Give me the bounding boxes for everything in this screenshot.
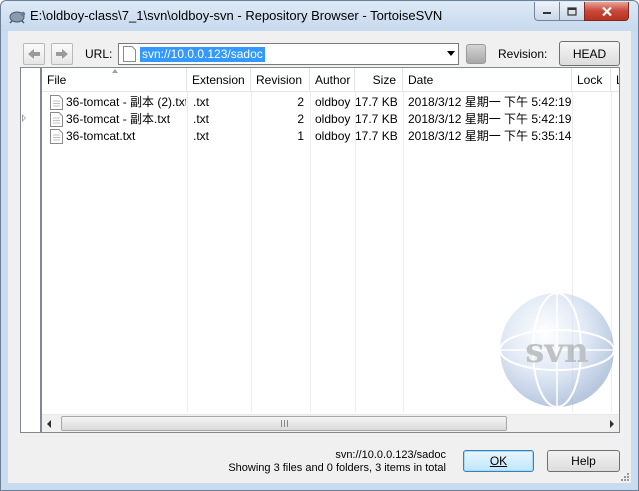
url-combobox[interactable]: svn://10.0.0.123/sadoc bbox=[118, 43, 459, 65]
document-icon bbox=[123, 46, 136, 62]
text-file-icon bbox=[50, 95, 63, 110]
file-name: 36-tomcat - 副本 (2).txt bbox=[66, 95, 186, 109]
window-title: E:\oldboy-class\7_1\svn\oldboy-svn - Rep… bbox=[30, 8, 443, 23]
horizontal-scrollbar[interactable] bbox=[42, 414, 619, 432]
file-size: 17.7 KB bbox=[355, 112, 397, 126]
status-url: svn://10.0.0.123/sadoc bbox=[335, 449, 446, 461]
arrow-left-icon bbox=[28, 49, 40, 59]
file-extension: .txt bbox=[193, 129, 210, 143]
arrow-right-icon bbox=[56, 49, 68, 59]
repository-tree-pane[interactable] bbox=[20, 67, 41, 433]
file-date: 2018/3/12 星期一 下午 5:35:14 bbox=[408, 129, 572, 143]
back-button[interactable] bbox=[23, 43, 45, 65]
scroll-right-icon[interactable] bbox=[610, 420, 614, 428]
scrollbar-thumb[interactable] bbox=[61, 416, 507, 431]
table-row[interactable]: 36-tomcat.txt .txt 1 oldboy 17.7 KB 2018… bbox=[42, 128, 619, 145]
help-button[interactable]: Help bbox=[547, 450, 620, 472]
minimize-button[interactable] bbox=[534, 2, 560, 21]
table-row[interactable]: 36-tomcat - 副本.txt .txt 2 oldboy 17.7 KB… bbox=[42, 111, 619, 128]
column-header-revision[interactable]: Revision bbox=[251, 68, 310, 92]
stop-icon[interactable] bbox=[466, 44, 486, 64]
text-file-icon bbox=[50, 129, 63, 144]
list-header: File Extension Revision Author Size Date… bbox=[42, 68, 619, 92]
file-revision: 2 bbox=[297, 95, 304, 109]
resize-grip-icon[interactable] bbox=[619, 471, 629, 481]
column-header-extension[interactable]: Extension bbox=[187, 68, 251, 92]
client-area: URL: svn://10.0.0.123/sadoc Revision: HE… bbox=[8, 31, 631, 483]
column-header-author[interactable]: Author bbox=[310, 68, 355, 92]
file-list[interactable]: File Extension Revision Author Size Date… bbox=[41, 67, 620, 433]
tortoisesvn-icon bbox=[9, 11, 26, 24]
close-button[interactable] bbox=[584, 2, 629, 21]
ok-button[interactable]: OK bbox=[463, 450, 534, 472]
column-header-date[interactable]: Date bbox=[403, 68, 572, 92]
column-header-lock[interactable]: Lock bbox=[572, 68, 611, 92]
sort-ascending-icon bbox=[112, 69, 118, 73]
file-name: 36-tomcat - 副本.txt bbox=[66, 112, 171, 126]
column-header-lock-owner[interactable]: Lo bbox=[611, 68, 619, 92]
file-revision: 1 bbox=[297, 129, 304, 143]
status-summary: Showing 3 files and 0 folders, 3 items i… bbox=[228, 462, 446, 474]
file-date: 2018/3/12 星期一 下午 5:42:19 bbox=[408, 95, 572, 109]
file-extension: .txt bbox=[193, 95, 210, 109]
text-file-icon bbox=[50, 112, 63, 127]
file-author: oldboy bbox=[315, 112, 351, 126]
scroll-left-icon[interactable] bbox=[47, 420, 51, 428]
file-author: oldboy bbox=[315, 129, 351, 143]
forward-button[interactable] bbox=[51, 43, 73, 65]
table-row[interactable]: 36-tomcat - 副本 (2).txt .txt 2 oldboy 17.… bbox=[42, 94, 619, 111]
url-label: URL: bbox=[85, 47, 113, 61]
maximize-icon bbox=[567, 6, 577, 16]
revision-head-button[interactable]: HEAD bbox=[559, 41, 620, 66]
file-name: 36-tomcat.txt bbox=[66, 129, 136, 143]
chevron-down-icon[interactable] bbox=[447, 51, 455, 56]
column-header-file[interactable]: File bbox=[42, 68, 187, 92]
file-author: oldboy bbox=[315, 95, 351, 109]
file-extension: .txt bbox=[193, 112, 210, 126]
revision-label: Revision: bbox=[498, 47, 548, 61]
url-input-value[interactable]: svn://10.0.0.123/sadoc bbox=[140, 47, 265, 62]
file-size: 17.7 KB bbox=[355, 129, 397, 143]
grip-icon bbox=[280, 420, 288, 427]
maximize-button[interactable] bbox=[559, 2, 585, 21]
url-toolbar: URL: svn://10.0.0.123/sadoc Revision: HE… bbox=[20, 41, 620, 66]
column-header-size[interactable]: Size bbox=[355, 68, 403, 92]
file-date: 2018/3/12 星期一 下午 5:42:19 bbox=[408, 112, 572, 126]
close-icon bbox=[601, 6, 612, 16]
file-revision: 2 bbox=[297, 112, 304, 126]
minimize-icon bbox=[543, 12, 551, 14]
title-bar[interactable]: E:\oldboy-class\7_1\svn\oldboy-svn - Rep… bbox=[1, 1, 638, 31]
file-size: 17.7 KB bbox=[355, 95, 397, 109]
repository-browser-window: E:\oldboy-class\7_1\svn\oldboy-svn - Rep… bbox=[0, 0, 639, 491]
svn-watermark-text: svn bbox=[525, 331, 589, 371]
expand-arrow-icon[interactable] bbox=[22, 114, 26, 122]
svn-globe-icon: svn bbox=[499, 292, 615, 408]
